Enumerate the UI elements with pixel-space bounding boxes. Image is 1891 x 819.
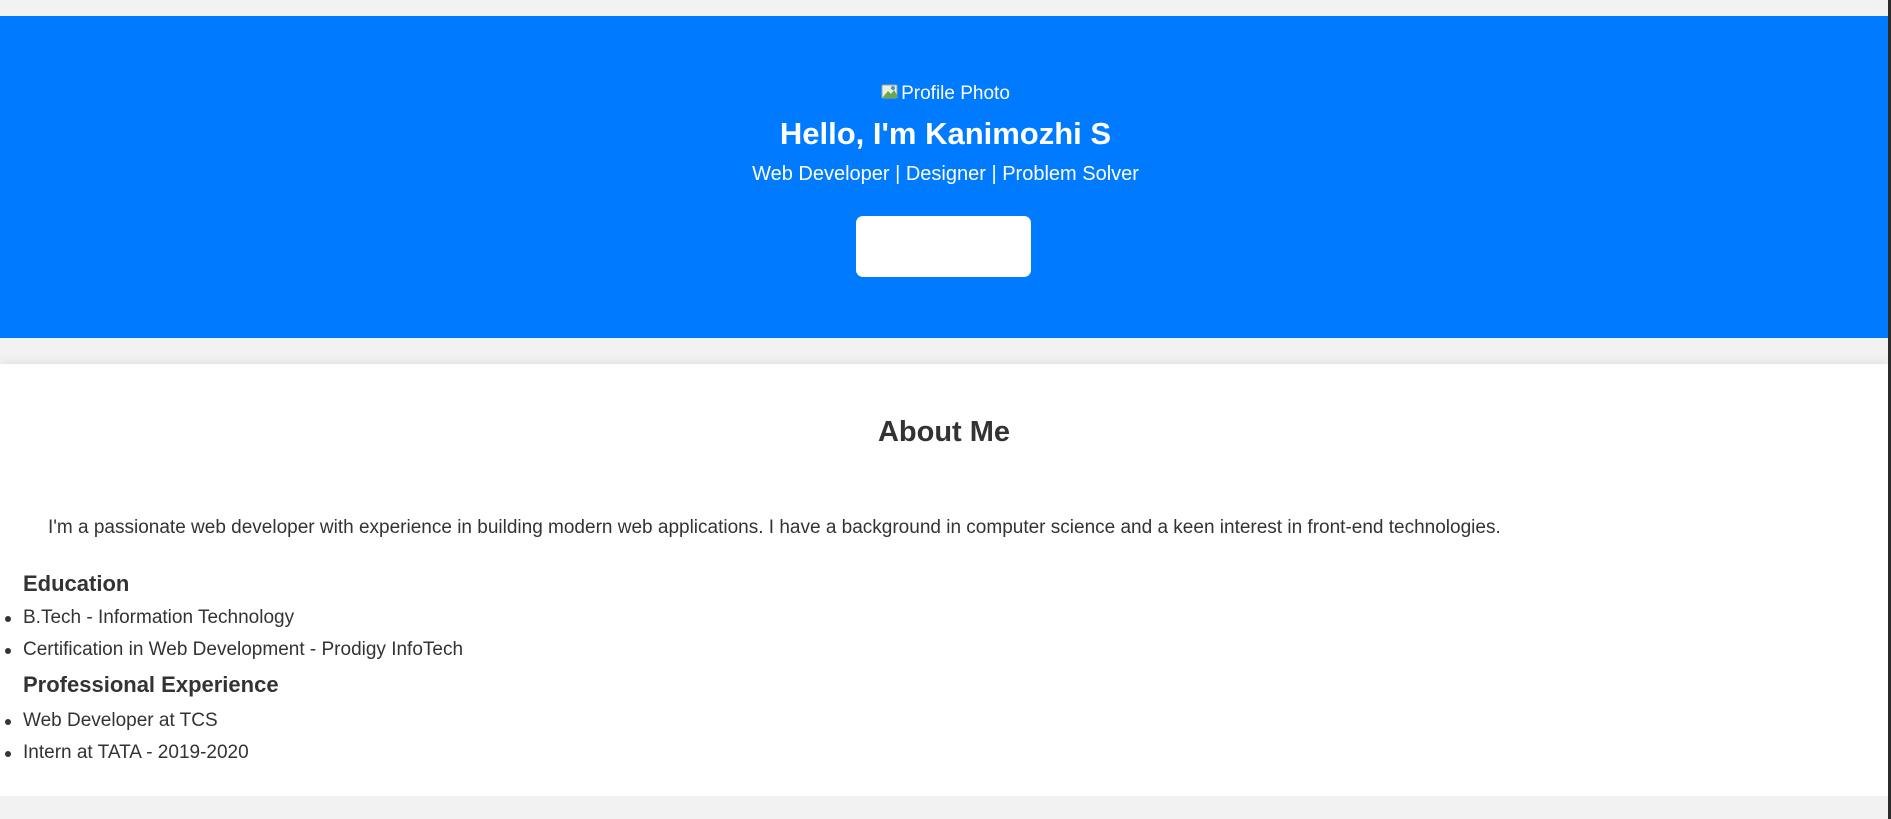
about-text: I'm a passionate web developer with expe… — [48, 517, 1501, 538]
profile-photo-alt-text: Profile Photo — [901, 83, 1010, 104]
list-item-label: Web Developer at TCS — [23, 710, 218, 731]
list-item: B.Tech - Information Technology — [0, 602, 463, 634]
page: Profile Photo Hello, I'm Kanimozhi S Web… — [0, 0, 1891, 819]
list-item-label: B.Tech - Information Technology — [23, 607, 295, 628]
about-title: About Me — [877, 416, 1011, 448]
list-item: Web Developer at TCS — [0, 705, 249, 737]
profile-photo: Profile Photo — [0, 82, 1891, 106]
education-list: B.Tech - Information Technology Certific… — [0, 602, 463, 666]
list-item-label: Certification in Web Development - Prodi… — [23, 639, 464, 660]
hero-subtitle: Web Developer | Designer | Problem Solve… — [752, 163, 1139, 185]
experience-heading: Professional Experience — [23, 672, 279, 697]
page-bottom — [0, 796, 1891, 819]
list-item: Certification in Web Development - Prodi… — [0, 634, 463, 666]
bullet-icon — [5, 616, 11, 622]
bullet-icon — [5, 719, 11, 725]
bullet-icon — [5, 751, 11, 757]
experience-list: Web Developer at TCS Intern at TATA - 20… — [0, 705, 249, 769]
cta-button[interactable] — [856, 216, 1031, 277]
bullet-icon — [5, 648, 11, 654]
hero-header: Profile Photo Hello, I'm Kanimozhi S Web… — [0, 16, 1891, 338]
education-heading: Education — [23, 571, 130, 596]
about-section: About Me I'm a passionate web developer … — [0, 364, 1888, 796]
broken-image-icon — [881, 84, 898, 99]
list-item-label: Intern at TATA - 2019-2020 — [23, 742, 249, 763]
list-item: Intern at TATA - 2019-2020 — [0, 737, 249, 769]
hero-title: Hello, I'm Kanimozhi S — [779, 116, 1112, 151]
